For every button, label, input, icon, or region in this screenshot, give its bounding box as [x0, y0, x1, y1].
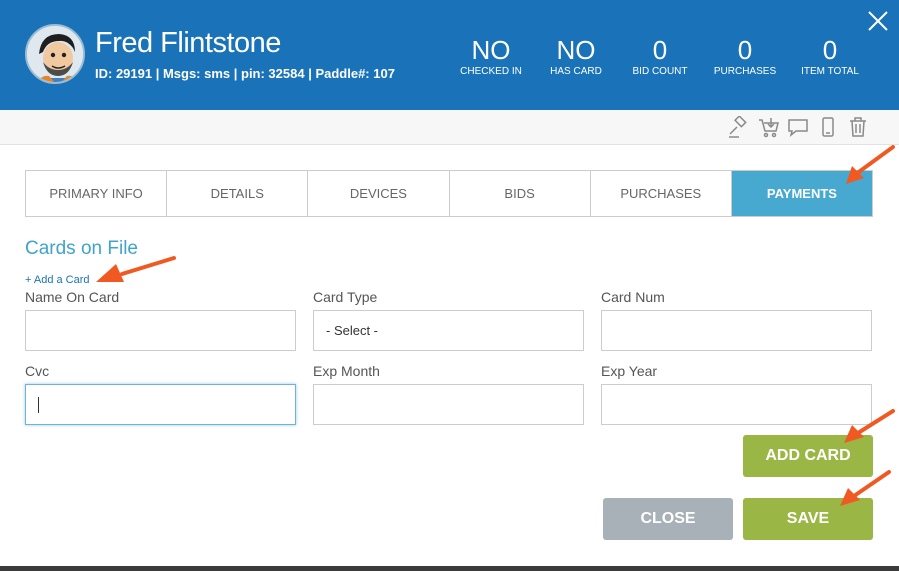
tab-purchases[interactable]: PURCHASES [591, 171, 732, 216]
tab-bids[interactable]: BIDS [450, 171, 591, 216]
phone-icon[interactable] [817, 116, 839, 138]
stat-item-total: 0 ITEM TOTAL [788, 36, 872, 77]
gavel-icon[interactable] [727, 114, 749, 138]
card-type-label: Card Type [313, 289, 378, 305]
chat-icon[interactable] [787, 116, 809, 138]
action-toolbar [0, 110, 899, 145]
stat-label: BID COUNT [632, 66, 688, 77]
exp-year-input[interactable] [601, 384, 872, 425]
cvc-input[interactable] [25, 384, 296, 425]
add-card-link[interactable]: + Add a Card [25, 274, 90, 286]
text-caret [38, 397, 39, 413]
stat-value: 0 [652, 35, 668, 65]
card-num-label: Card Num [601, 289, 665, 305]
stat-value: NO [471, 35, 511, 65]
card-type-selected: - Select - [326, 323, 379, 338]
tab-primary-info[interactable]: PRIMARY INFO [26, 171, 168, 216]
tab-devices[interactable]: DEVICES [308, 171, 450, 216]
trash-icon[interactable] [847, 116, 869, 138]
user-name: Fred Flintstone [95, 27, 281, 59]
bottom-edge [0, 566, 899, 571]
stat-value: 0 [737, 35, 753, 65]
stat-label: HAS CARD [550, 66, 602, 77]
avatar [25, 24, 85, 84]
save-button[interactable]: SAVE [743, 498, 873, 540]
user-meta: ID: 29191 | Msgs: sms | pin: 32584 | Pad… [95, 66, 395, 81]
section-title: Cards on File [25, 238, 138, 259]
stat-label: CHECKED IN [460, 66, 522, 77]
stat-value: NO [556, 35, 596, 65]
stat-label: ITEM TOTAL [801, 66, 859, 77]
tab-payments[interactable]: PAYMENTS [731, 171, 873, 216]
stat-value: 0 [822, 35, 838, 65]
close-button[interactable]: CLOSE [603, 498, 733, 540]
add-card-button[interactable]: ADD CARD [743, 435, 873, 477]
exp-month-label: Exp Month [313, 363, 380, 379]
stat-checked-in: NO CHECKED IN [449, 36, 533, 77]
cart-icon[interactable] [758, 116, 780, 138]
tab-details[interactable]: DETAILS [167, 171, 309, 216]
card-type-select[interactable]: - Select - [313, 310, 584, 351]
card-num-input[interactable] [601, 310, 872, 351]
stat-purchases: 0 PURCHASES [703, 36, 787, 77]
profile-header: Fred Flintstone ID: 29191 | Msgs: sms | … [0, 0, 899, 110]
stat-has-card: NO HAS CARD [534, 36, 618, 77]
stat-label: PURCHASES [713, 66, 777, 77]
exp-year-label: Exp Year [601, 363, 658, 379]
avatar-image [27, 26, 83, 82]
cvc-label: Cvc [25, 363, 50, 379]
name-on-card-label: Name On Card [25, 289, 120, 305]
name-on-card-input[interactable] [25, 310, 296, 351]
exp-month-input[interactable] [313, 384, 584, 425]
close-icon[interactable] [866, 9, 890, 33]
tab-bar: PRIMARY INFO DETAILS DEVICES BIDS PURCHA… [25, 170, 873, 217]
stat-bid-count: 0 BID COUNT [618, 36, 702, 77]
